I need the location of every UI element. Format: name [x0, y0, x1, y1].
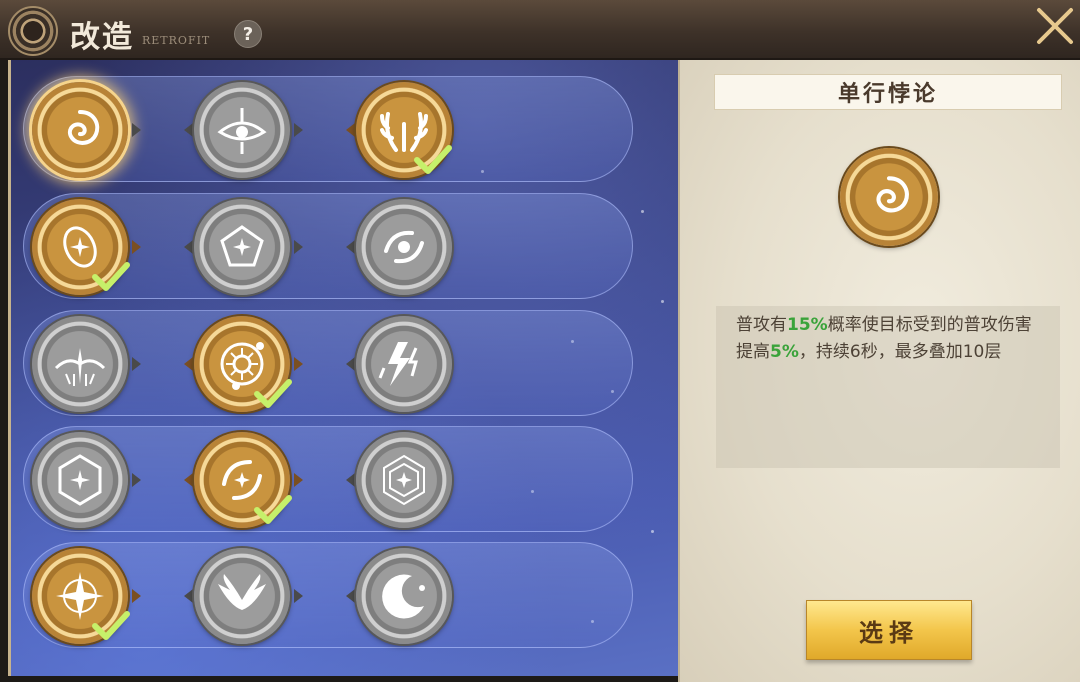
- connector-arrow: [184, 473, 193, 487]
- retrofit-node[interactable]: [32, 82, 128, 178]
- swirl-icon: [876, 176, 909, 213]
- retrofit-row-2: [23, 193, 633, 299]
- retrofit-node[interactable]: [194, 199, 290, 295]
- checkmark-icon: [92, 611, 130, 640]
- retrofit-tree-panel: [8, 60, 678, 676]
- vortex-icon: [384, 230, 424, 264]
- help-button[interactable]: ?: [234, 20, 262, 48]
- skill-name: 单行悖论: [714, 74, 1062, 110]
- skill-detail-panel: 单行悖论 普攻有15%概率使目标受到的普攻伤害提高5%，持续6秒，最多叠加10层…: [678, 60, 1080, 682]
- checkmark-icon: [92, 262, 130, 291]
- connector-arrow: [184, 123, 193, 137]
- connector-arrow: [346, 473, 355, 487]
- eye-icon: [217, 108, 267, 154]
- desc-text: ，持续6秒，最多叠加10层: [798, 342, 1002, 362]
- retrofit-node[interactable]: [194, 82, 290, 178]
- connector-arrow: [132, 473, 141, 487]
- selected-skill-badge: [840, 148, 938, 246]
- skill-description: 普攻有15%概率使目标受到的普攻伤害提高5%，持续6秒，最多叠加10层: [716, 306, 1060, 468]
- page-subtitle: RETROFIT: [142, 34, 211, 47]
- retrofit-node[interactable]: [32, 316, 128, 412]
- wings-icon: [218, 574, 266, 610]
- close-button[interactable]: [1030, 0, 1080, 52]
- connector-arrow: [294, 123, 303, 137]
- connector-arrow: [184, 589, 193, 603]
- retrofit-node[interactable]: [356, 199, 452, 295]
- winged-spark-icon: [54, 348, 106, 386]
- checkmark-icon: [414, 145, 452, 174]
- desc-value: 5%: [770, 342, 799, 362]
- retrofit-node[interactable]: [32, 432, 128, 528]
- connector-arrow: [294, 473, 303, 487]
- retrofit-row-5: [23, 542, 633, 648]
- title-bar: 改造 RETROFIT ?: [0, 0, 1080, 60]
- connector-arrow: [346, 589, 355, 603]
- checkmark-icon: [254, 495, 292, 524]
- gear-emblem-icon: [8, 6, 58, 56]
- desc-value: 15%: [787, 315, 828, 335]
- hexagon-spark-icon: [58, 454, 102, 506]
- connector-arrow: [346, 240, 355, 254]
- pentagon-spark-icon: [220, 225, 264, 267]
- connector-arrow: [132, 589, 141, 603]
- connector-arrow: [294, 357, 303, 371]
- retrofit-node[interactable]: [356, 316, 452, 412]
- retrofit-row-1: [23, 76, 633, 182]
- connector-arrow: [294, 240, 303, 254]
- connector-arrow: [184, 240, 193, 254]
- connector-arrow: [132, 240, 141, 254]
- retrofit-row-4: [23, 426, 633, 532]
- desc-text: 普攻有: [736, 315, 787, 335]
- connector-arrow: [184, 357, 193, 371]
- select-button[interactable]: 选择: [806, 600, 972, 660]
- retrofit-row-3: [23, 310, 633, 416]
- connector-arrow: [294, 589, 303, 603]
- retrofit-node[interactable]: [194, 548, 290, 644]
- swirl-icon: [67, 110, 100, 145]
- page-title: 改造: [70, 20, 134, 55]
- hex-frame-spark-icon: [383, 454, 425, 506]
- connector-arrow: [346, 357, 355, 371]
- close-icon: [1037, 8, 1073, 44]
- connector-arrow: [132, 357, 141, 371]
- retrofit-node[interactable]: [356, 548, 452, 644]
- crescent-moon-icon: [382, 574, 425, 619]
- retrofit-node[interactable]: [356, 432, 452, 528]
- checkmark-icon: [254, 379, 292, 408]
- connector-arrow: [346, 123, 355, 137]
- connector-arrow: [132, 123, 141, 137]
- lightning-icon: [378, 342, 418, 386]
